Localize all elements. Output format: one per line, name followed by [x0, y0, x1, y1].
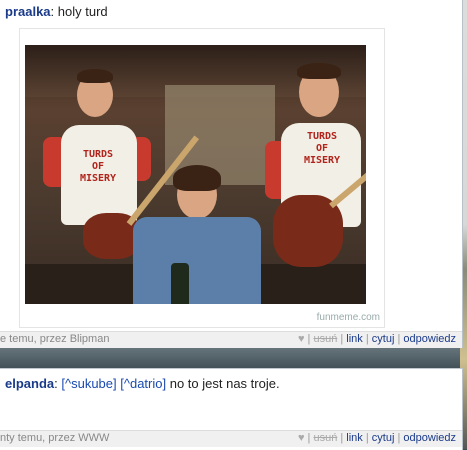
delete-link[interactable]: usuń — [313, 333, 337, 345]
action-separator: | — [340, 432, 344, 444]
mention-datrio[interactable]: [^datrio] — [120, 376, 166, 391]
action-separator: | — [397, 432, 401, 444]
post-praalka: praalka: holy turd TURDS OF MISERY TURDS… — [0, 0, 463, 348]
action-separator: | — [397, 333, 401, 345]
post-header: praalka: holy turd — [5, 4, 108, 19]
action-separator: | — [365, 432, 369, 444]
post-footer: nty temu, przez WWW ♥ | usuń | link | cy… — [0, 430, 462, 447]
attached-image[interactable]: TURDS OF MISERY TURDS OF MISERY funmeme.… — [19, 28, 385, 328]
heart-icon[interactable]: ♥ — [298, 432, 305, 444]
post-actions: ♥ | usuń | link | cytuj | odpowiedz — [298, 333, 456, 345]
post-footer: e temu, przez Blipman ♥ | usuń | link | … — [0, 331, 462, 348]
beer-bottle — [171, 263, 189, 304]
right-person-hair — [297, 63, 341, 79]
reply-link[interactable]: odpowiedz — [403, 432, 456, 444]
quote-link[interactable]: cytuj — [372, 432, 395, 444]
post-meta: e temu, przez Blipman — [0, 333, 110, 345]
username-link[interactable]: praalka — [5, 4, 51, 19]
post-meta: nty temu, przez WWW — [0, 432, 110, 444]
username-separator: : — [50, 4, 55, 19]
post-actions: ♥ | usuń | link | cytuj | odpowiedz — [298, 432, 456, 444]
post-message: no to jest nas troje. — [169, 376, 280, 391]
post-header: elpanda: [^sukube] [^datrio] no to jest … — [5, 376, 280, 391]
mention-sukube[interactable]: [^sukube] — [61, 376, 116, 391]
link-link[interactable]: link — [346, 432, 363, 444]
middle-person-hair — [173, 165, 221, 191]
image-watermark: funmeme.com — [316, 312, 380, 323]
left-person-hair — [77, 69, 113, 83]
post-message: holy turd — [57, 4, 108, 19]
left-shirt-text: TURDS OF MISERY — [79, 149, 117, 184]
action-separator: | — [307, 333, 311, 345]
middle-person-jacket — [133, 217, 261, 304]
post-elpanda: elpanda: [^sukube] [^datrio] no to jest … — [0, 368, 463, 450]
heart-icon[interactable]: ♥ — [298, 333, 305, 345]
username-link[interactable]: elpanda — [5, 376, 54, 391]
band-photo: TURDS OF MISERY TURDS OF MISERY — [25, 45, 366, 304]
username-separator: : — [54, 376, 58, 391]
right-shirt-text: TURDS OF MISERY — [303, 131, 341, 166]
action-separator: | — [307, 432, 311, 444]
action-separator: | — [340, 333, 344, 345]
link-link[interactable]: link — [346, 333, 363, 345]
reply-link[interactable]: odpowiedz — [403, 333, 456, 345]
delete-link[interactable]: usuń — [313, 432, 337, 444]
quote-link[interactable]: cytuj — [372, 333, 395, 345]
action-separator: | — [365, 333, 369, 345]
